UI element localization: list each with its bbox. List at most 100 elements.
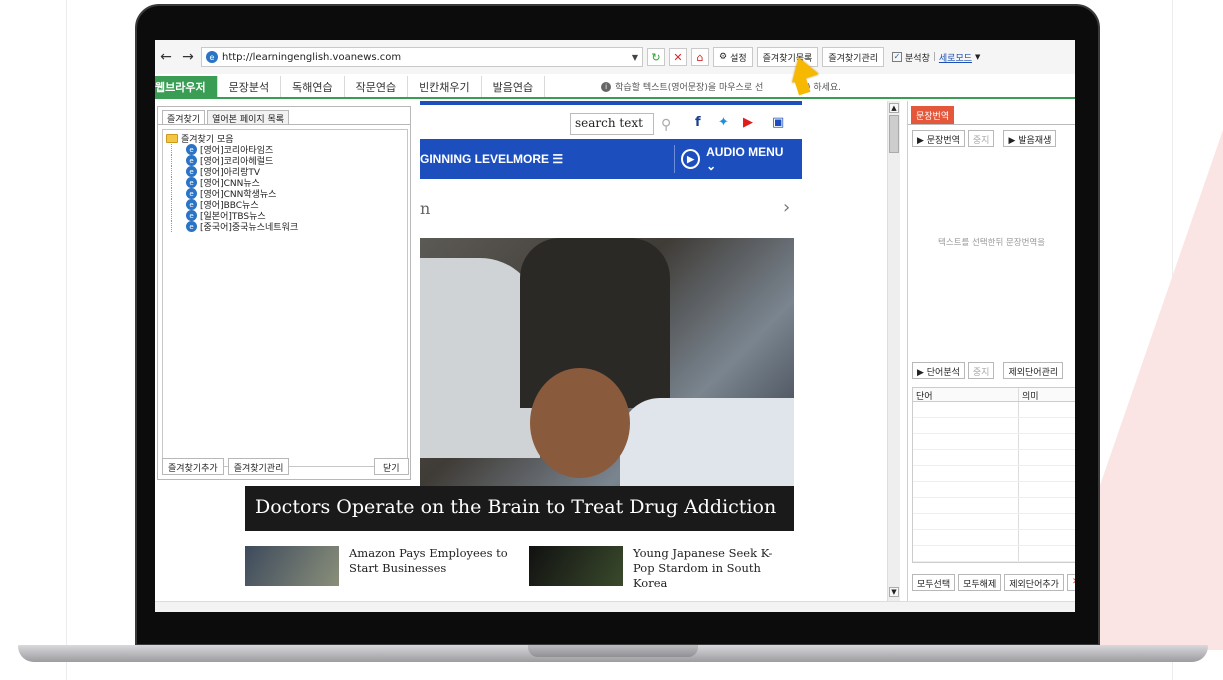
address-bar[interactable]: e http://learningenglish.voanews.com ▼ [201, 47, 643, 67]
story-thumbnail[interactable] [529, 546, 623, 586]
tab-reading-practice[interactable]: 독해연습 [281, 76, 345, 97]
select-all-button[interactable]: 모두선택 [912, 574, 956, 591]
info-icon: i [601, 81, 612, 92]
table-row[interactable] [913, 466, 1075, 482]
add-favorite-button[interactable]: 즐겨찾기추가 [162, 458, 224, 475]
home-icon[interactable]: ⌂ [691, 48, 709, 66]
analysis-checkbox[interactable]: ✓ [892, 52, 903, 62]
ie-icon: e [186, 144, 197, 155]
app-window: ← → e http://learningenglish.voanews.com… [155, 40, 1075, 612]
scroll-up-icon[interactable]: ▲ [889, 103, 899, 113]
stop-icon[interactable]: ✕ [669, 48, 687, 66]
favorites-tree: 즐겨찾기 모음 e [영어]코리아타임즈 e [영어]코리아헤럴드 e [영어]아리랑… [162, 129, 408, 467]
table-row[interactable] [913, 450, 1075, 466]
play-pronunciation-button[interactable]: ▶ 발음재생 [1003, 130, 1057, 147]
translate-icon[interactable]: ▣ [772, 115, 784, 130]
ie-icon: e [186, 188, 197, 199]
search-icon[interactable]: ⚲ [661, 117, 671, 133]
word-table: 단어 의미 [912, 387, 1075, 563]
close-favorites-button[interactable]: 닫기 [374, 458, 409, 475]
favorites-actions: 즐겨찾기추가 즐겨찾기관리 [162, 458, 408, 475]
deselect-all-button[interactable]: 모두해제 [958, 574, 1002, 591]
ie-icon: e [186, 199, 197, 210]
ie-icon: e [186, 177, 197, 188]
audio-menu-button[interactable]: ▶ AUDIO MENU ⌄ [674, 145, 802, 173]
ie-icon: e [186, 210, 197, 221]
tab-favorites[interactable]: 즐겨찾기 [162, 110, 206, 125]
tab-fill-blanks[interactable]: 빈칸채우기 [408, 76, 482, 97]
panel-title[interactable]: 문장번역 [911, 106, 955, 125]
audio-menu-label: AUDIO MENU ⌄ [706, 145, 784, 173]
ie-icon: e [186, 166, 197, 177]
manage-favorites-button[interactable]: 즐겨찾기관리 [227, 458, 290, 475]
gear-icon: ⚙ [719, 52, 728, 62]
table-row[interactable] [913, 498, 1075, 514]
analysis-window-toggle[interactable]: ✓ 분석창 | 세로모드 ▼ [892, 51, 980, 64]
tab-pronunciation[interactable]: 발음연습 [482, 76, 546, 97]
word-analysis-button[interactable]: ▶ 단어분석 [912, 362, 965, 379]
facebook-icon[interactable]: f [695, 115, 701, 130]
nav-more-link[interactable]: MORE ☰ [513, 152, 563, 166]
favorite-item[interactable]: e [중국어]중국뉴스네트워크 [171, 221, 404, 233]
column-meaning[interactable]: 의미 [1019, 388, 1042, 402]
story-title[interactable]: Young Japanese Seek K-Pop Stardom in Sou… [633, 546, 793, 591]
refresh-icon[interactable]: ↻ [647, 48, 665, 66]
tab-sentence-analysis[interactable]: 문장분석 [218, 76, 282, 97]
web-scrollbar[interactable]: ▲ ▼ [887, 101, 900, 601]
translation-placeholder: 텍스트를 선택한뒤 문장번역을 [938, 238, 1046, 248]
stop-word-analysis-button[interactable]: 중지 [967, 362, 995, 379]
site-header: search text ⚲ f ✦ ▶ ▣ [420, 101, 802, 139]
nav-level-link[interactable]: GINNING LEVEL [420, 152, 513, 166]
table-header: 단어 의미 [913, 388, 1075, 402]
favorite-label: [중국어]중국뉴스네트워크 [200, 223, 299, 233]
table-row[interactable] [913, 514, 1075, 530]
table-row[interactable] [913, 402, 1075, 418]
translate-controls: ▶ 문장번역 중지 ▶ 발음재생 [912, 130, 1057, 147]
excluded-words-button[interactable]: 제외단어관리 [1003, 362, 1064, 379]
folder-icon [166, 134, 178, 143]
laptop-notch [528, 645, 698, 657]
url-text[interactable]: http://learningenglish.voanews.com [222, 52, 628, 63]
word-analysis-controls: ▶ 단어분석 중지 제외단어관리 [912, 362, 1064, 379]
close-icon[interactable]: ✕ [1066, 574, 1075, 591]
toolbar-separator: | [932, 52, 936, 62]
hint-message: 학습할 텍스트(영어문장)을 마우스로 선 [615, 83, 764, 93]
youtube-icon[interactable]: ▶ [743, 115, 753, 130]
favorites-panel: 즐겨찾기 열어본 페이지 목록 즐겨찾기 모음 e [영어]코리아타임즈 e [영어… [157, 106, 411, 480]
add-excluded-word-button[interactable]: 제외단어추가 [1004, 574, 1064, 591]
stop-translate-button[interactable]: 중지 [967, 130, 995, 147]
scroll-down-icon[interactable]: ▼ [889, 587, 899, 597]
section-heading: n [420, 199, 431, 218]
table-row[interactable] [913, 482, 1075, 498]
mode-tabs: 웹브라우저 문장분석 독해연습 작문연습 빈칸채우기 발음연습 i 학습할 텍스… [155, 76, 1075, 99]
story-card[interactable]: Young Japanese Seek K-Pop Stardom in Sou… [529, 546, 793, 591]
twitter-icon[interactable]: ✦ [718, 115, 729, 130]
back-icon[interactable]: ← [157, 48, 175, 66]
hero-headline[interactable]: Doctors Operate on the Brain to Treat Dr… [245, 486, 794, 531]
view-mode-link[interactable]: 세로모드 [939, 51, 972, 64]
column-word[interactable]: 단어 [913, 388, 1019, 402]
story-card[interactable]: Amazon Pays Employees to Start Businesse… [245, 546, 509, 586]
table-row[interactable] [913, 434, 1075, 450]
speaker-icon: ▶ [681, 149, 701, 169]
table-row[interactable] [913, 418, 1075, 434]
forward-icon[interactable]: → [179, 48, 197, 66]
story-title[interactable]: Amazon Pays Employees to Start Businesse… [349, 546, 509, 586]
chevron-right-icon[interactable]: › [783, 197, 790, 218]
ie-icon: e [186, 155, 197, 166]
hero-sheet [620, 398, 794, 486]
scroll-thumb[interactable] [889, 115, 899, 153]
tab-history[interactable]: 열어본 페이지 목록 [207, 110, 290, 125]
hero-image[interactable] [420, 238, 794, 486]
settings-button[interactable]: ⚙ 설정 [713, 47, 753, 67]
table-row[interactable] [913, 530, 1075, 546]
translate-button[interactable]: ▶ 문장번역 [912, 130, 965, 147]
chevron-down-icon[interactable]: ▼ [975, 53, 980, 61]
chevron-down-icon[interactable]: ▼ [632, 53, 638, 62]
favorites-manage-button[interactable]: 즐겨찾기관리 [822, 47, 885, 67]
table-row[interactable] [913, 546, 1075, 562]
story-thumbnail[interactable] [245, 546, 339, 586]
tab-writing-practice[interactable]: 작문연습 [345, 76, 409, 97]
tab-web-browser[interactable]: 웹브라우저 [155, 76, 218, 97]
site-search-input[interactable]: search text [570, 113, 654, 135]
